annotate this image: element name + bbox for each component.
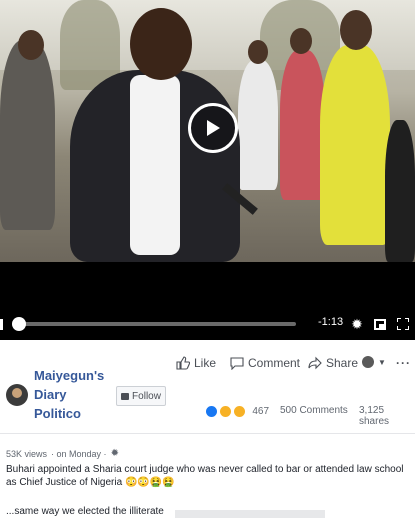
progress-bar[interactable] [18, 322, 296, 326]
comments-count[interactable]: 500 Comments [280, 405, 348, 416]
settings-gear-icon[interactable]: ✹ [348, 315, 366, 333]
video-player[interactable]: -1:13 ✹ [0, 0, 415, 340]
chevron-down-icon: ▼ [378, 357, 386, 367]
more-options-icon[interactable]: ··· [396, 356, 411, 370]
follow-label: Follow [132, 390, 161, 402]
comment-label: Comment [248, 356, 301, 370]
comment-button[interactable]: Comment [230, 356, 300, 370]
play-icon [207, 120, 220, 136]
settings-gear-icon[interactable]: ✹ [111, 448, 119, 459]
post-text: Buhari appointed a Sharia court judge wh… [6, 464, 404, 488]
like-button[interactable]: Like [176, 356, 216, 370]
like-reaction-icon [205, 405, 218, 418]
reactions-summary[interactable]: 467 [205, 405, 269, 418]
page-name-line-2: Diary [34, 387, 67, 402]
time-remaining: -1:13 [318, 316, 344, 328]
wow-reaction-icon [218, 405, 232, 418]
caption-overlay [175, 510, 325, 518]
share-button[interactable]: Share [308, 356, 358, 370]
divider [0, 433, 415, 434]
sad-reaction-icon [232, 405, 246, 418]
post-text-truncated: ...same way we elected the illiterate [6, 506, 164, 517]
page-avatar[interactable] [6, 384, 28, 406]
page-name-line-1: Maiyegun's [34, 368, 105, 383]
share-label: Share [326, 356, 359, 370]
post-meta: 53K views · on Monday · ✹ [6, 448, 119, 459]
picture-in-picture-icon[interactable] [371, 315, 389, 333]
follow-icon [121, 392, 130, 400]
pause-icon[interactable] [0, 315, 10, 333]
player-controls: -1:13 ✹ [0, 308, 415, 340]
view-count: 53K views [6, 448, 48, 459]
page-name-line-3: Politico [34, 406, 81, 421]
like-label: Like [194, 356, 217, 370]
play-button[interactable] [188, 103, 238, 153]
post-time[interactable]: · on Monday · [51, 449, 107, 459]
reactions-count: 467 [252, 406, 270, 418]
share-audience-selector[interactable]: ▼ [362, 356, 386, 368]
share-arrow-icon [308, 356, 322, 370]
fullscreen-icon[interactable] [394, 315, 412, 333]
follow-button[interactable]: Follow [116, 386, 166, 406]
thumbs-up-icon [176, 356, 190, 370]
page-name[interactable]: Maiyegun's Diary Politico [34, 366, 114, 423]
shares-count[interactable]: 3,125 shares [359, 405, 415, 427]
comment-icon [230, 357, 244, 370]
globe-icon [362, 356, 374, 368]
progress-handle[interactable] [12, 317, 26, 331]
